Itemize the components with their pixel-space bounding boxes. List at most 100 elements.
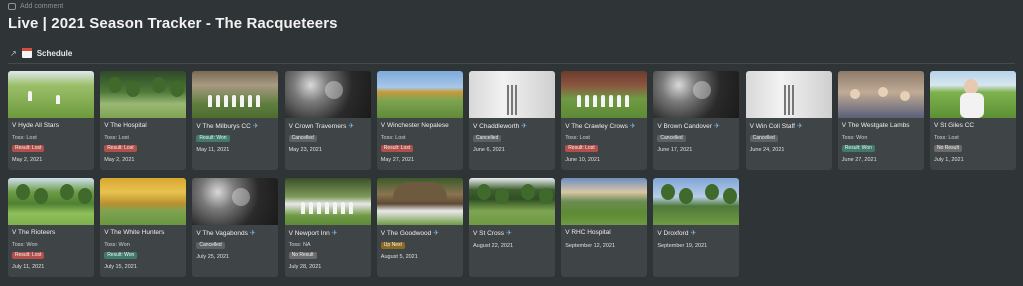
match-date: August 5, 2021 [380,254,418,260]
toss-result: Toss: Lost [934,135,959,141]
status-badge: Result: Lost [12,145,45,152]
card-title: V Newport Inn ✈ [288,229,369,238]
match-date: July 1, 2021 [934,157,964,163]
airplane-icon: ✈ [629,123,636,130]
gallery-card[interactable]: V Hyde All Stars Toss: Lost Result: Lost Ma… [8,71,94,170]
match-date: September 12, 2021 [565,243,616,249]
card-title: V The Milburys CC ✈ [196,122,276,131]
match-date: June 17, 2021 [657,147,693,153]
card-title-text: V The Goodwood [380,229,432,237]
card-title-text: V Brown Candover [657,122,712,130]
gallery-card[interactable]: V St Cross ✈ August 22, 2021 [469,178,555,277]
gallery-card[interactable]: V Brown Candover ✈ Cancelled June 17, 2021 [653,71,740,170]
card-title-text: V Newport Inn [288,229,330,237]
gallery-card[interactable]: V The Milburys CC ✈ Result: Won May 11, 202… [192,71,279,170]
match-date: May 2, 2021 [104,157,135,163]
status-badge: Result: Lost [380,145,414,152]
gallery-card[interactable]: V St Giles CC Toss: Lost No Result July 1, … [930,71,1016,170]
airplane-icon: ✈ [433,230,440,237]
gallery-card[interactable]: V The Crawley Crows ✈ Toss: Lost Result: Lo… [561,71,648,170]
card-thumbnail [653,178,740,225]
card-thumbnail [284,178,371,225]
card-thumbnail [653,71,740,118]
arrow-up-right-icon: ↗ [10,48,17,58]
toss-result: Toss: Won [104,242,130,248]
card-title: V Winchester Nepalese [381,122,461,129]
status-badge: No Result [934,145,962,152]
gallery-card[interactable]: V The Goodwood ✈ Up Next August 5, 2021 [376,178,463,277]
card-thumbnail [469,71,555,118]
card-thumbnail [284,71,371,118]
airplane-icon: ✈ [797,123,803,130]
match-date: September 19, 2021 [657,243,708,249]
add-comment-label: Add comment [20,3,64,10]
divider [8,63,1015,64]
toss-result: Toss: Lost [565,135,590,141]
gallery-card[interactable]: V Droxford ✈ September 19, 2021 [653,178,740,277]
card-thumbnail [561,178,648,225]
card-title-text: V The Milburys CC [196,122,251,130]
gallery-card[interactable]: V Winchester Nepalese Toss: Lost Result: L… [376,71,463,170]
card-title: V Chaddleworth ✈ [473,122,553,131]
gallery-card[interactable]: V Newport Inn ✈ Toss: NA No Result July 28, … [284,178,371,277]
card-title-text: V Winchester Nepalese [380,122,449,129]
gallery-card[interactable]: V The Rioteers Toss: Won Result: Lost July … [8,178,94,277]
card-title-text: V The Rioteers [12,229,56,236]
gallery-card[interactable]: V The Hospital Toss: Lost Result: Lost May … [100,71,187,170]
comment-icon [8,3,16,10]
gallery-card[interactable]: V RHC Hospital September 12, 2021 [561,178,648,277]
status-badge: Result: Won [196,135,230,142]
schedule-view-tab[interactable]: ↗ Schedule [10,48,72,58]
card-title-text: V The Hospital [104,122,147,129]
airplane-icon: ✈ [713,123,720,130]
match-date: June 10, 2021 [565,157,601,163]
calendar-icon [21,48,32,58]
airplane-icon: ✈ [506,230,512,237]
toss-result: Toss: Lost [380,135,406,141]
card-title-text: V Crown Traverners [288,122,347,130]
card-title: V The Vagabonds ✈ [196,229,276,238]
card-thumbnail [8,71,94,118]
match-date: June 6, 2021 [473,147,505,153]
gallery-card[interactable]: V The Westgate Lambs Toss: Won Result: Won… [837,71,924,170]
card-title: V Crown Traverners ✈ [288,122,369,131]
gallery-card[interactable]: V Chaddleworth ✈ Cancelled June 6, 2021 [469,71,555,170]
card-title: V St Giles CC [934,122,1014,129]
toss-result: Toss: Won [841,135,868,141]
card-title-text: V RHC Hospital [565,229,611,236]
match-date: May 27, 2021 [380,157,415,163]
status-badge: Cancelled [288,135,317,142]
card-thumbnail [192,178,279,225]
status-badge: Cancelled [749,135,778,142]
card-thumbnail [8,178,94,225]
card-title-text: V The Westgate Lambs [841,122,910,129]
status-badge: Cancelled [473,135,502,142]
match-date: July 15, 2021 [104,264,137,270]
card-title-text: V St Cross [473,229,505,237]
card-title: V The Goodwood ✈ [380,229,461,238]
card-title: V The Westgate Lambs [842,122,922,129]
card-thumbnail [561,71,648,118]
card-title-text: V Chaddleworth [473,122,520,130]
add-comment-button[interactable]: Add comment [8,3,63,10]
card-title-text: V St Giles CC [934,122,975,129]
match-date: July 28, 2021 [288,264,322,270]
gallery-card[interactable]: V Crown Traverners ✈ Cancelled May 23, 2021 [284,71,371,170]
gallery-card[interactable]: V Win Coll Staff ✈ Cancelled June 24, 2021 [745,71,832,170]
card-title: V The White Hunters [104,229,184,236]
status-badge: Result: Lost [565,145,598,152]
airplane-icon: ✈ [252,123,259,130]
match-date: June 27, 2021 [841,157,877,163]
card-thumbnail [376,178,463,225]
card-title: V RHC Hospital [565,229,645,236]
card-title-text: V Win Coll Staff [749,122,795,130]
card-thumbnail [376,71,463,118]
match-date: July 25, 2021 [196,254,230,260]
card-title-text: V Hyde All Stars [12,122,59,129]
gallery-card[interactable]: V The Vagabonds ✈ Cancelled July 25, 2021 [192,178,279,277]
airplane-icon: ✈ [348,123,355,130]
match-date: May 23, 2021 [288,147,322,153]
airplane-icon: ✈ [521,123,528,130]
card-thumbnail [100,178,187,225]
gallery-card[interactable]: V The White Hunters Toss: Won Result: Won J… [100,178,187,277]
